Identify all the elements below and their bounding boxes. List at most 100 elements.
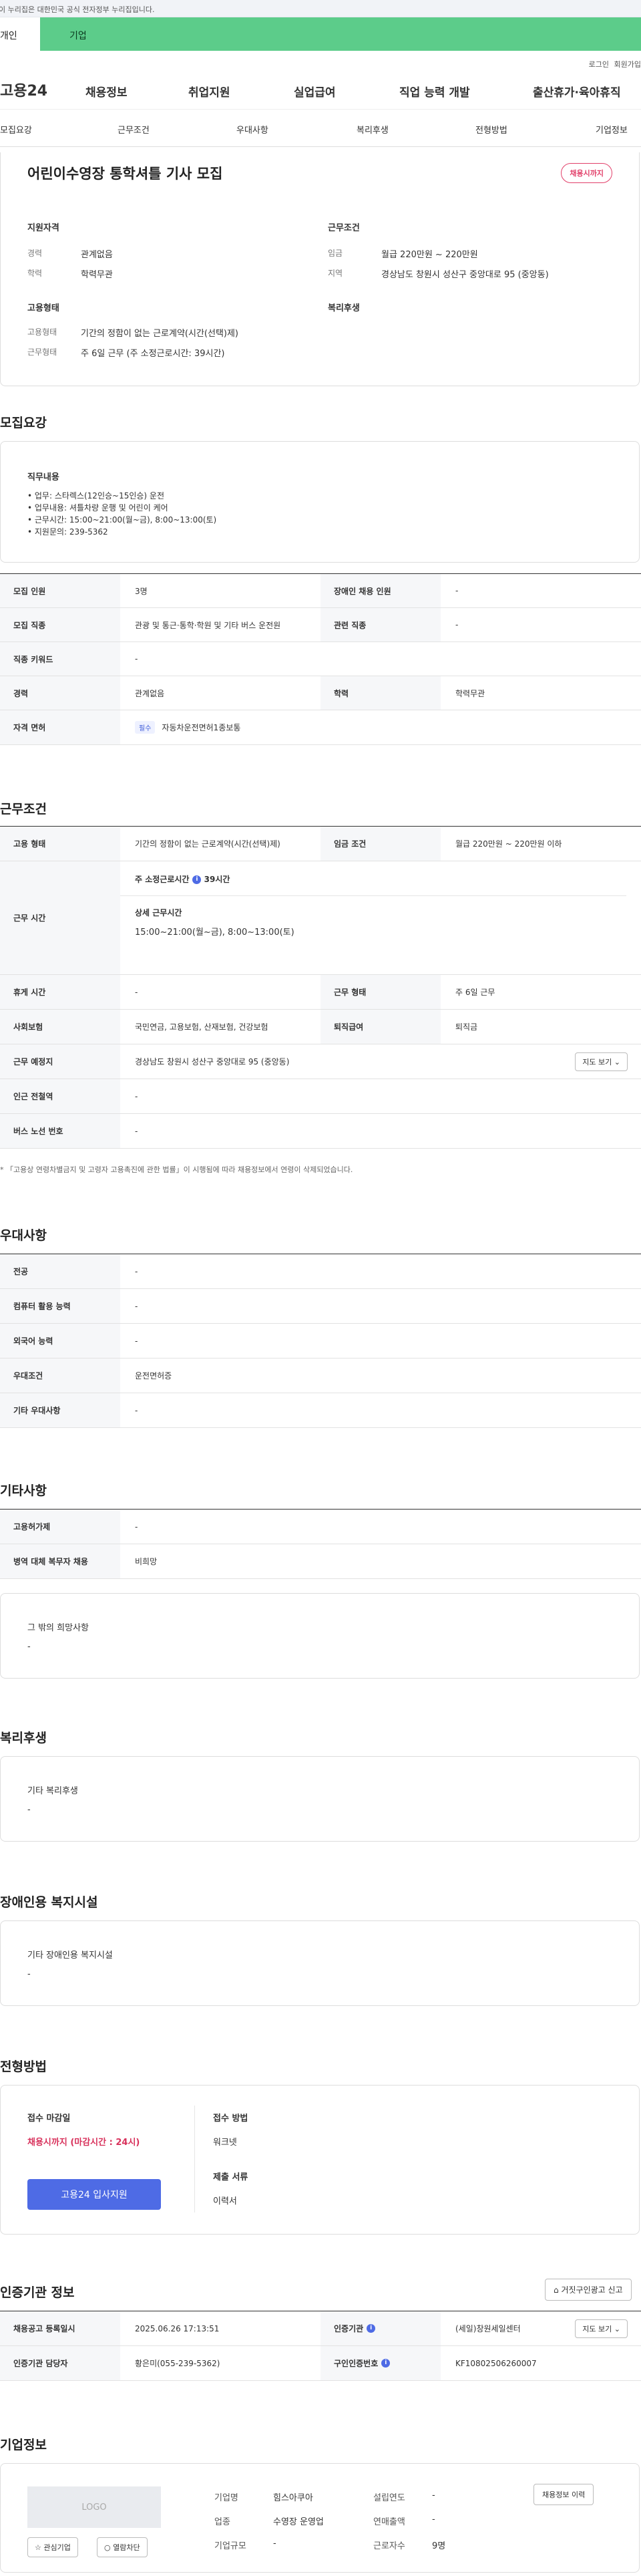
work-section-title: 근무조건 xyxy=(0,802,47,817)
exp-key: 경력 xyxy=(27,249,43,258)
table-row: 모집 직종 관광 및 통근·통학·학원 및 기타 버스 운전원 관련 직종 - xyxy=(0,608,641,642)
work-table: 고용 형태 기간의 정함이 없는 근로계약(시간(선택)제) 임금 조건 월급 … xyxy=(0,826,641,1149)
row-value: 기간의 정함이 없는 근로계약(시간(선택)제) xyxy=(135,839,280,849)
row-key: 근무 예정지 xyxy=(0,1044,120,1079)
table-row: 고용 형태 기간의 정함이 없는 근로계약(시간(선택)제) 임금 조건 월급 … xyxy=(0,827,641,861)
table-row: 휴게 시간 - 근무 형태 주 6일 근무 xyxy=(0,975,641,1010)
duty-line: • 업무내용: 셔틀차량 운행 및 어린이 케어 xyxy=(27,503,168,513)
favorite-button[interactable]: ☆ 관심기업 xyxy=(27,2537,78,2557)
report-button-label: 거짓구인광고 신고 xyxy=(561,2285,623,2295)
tab-individual[interactable]: 개인 xyxy=(0,17,40,51)
row-value: 운전면허증 xyxy=(135,1371,172,1381)
star-icon: ☆ xyxy=(35,2543,41,2552)
deadline-badge: 채용시까지 xyxy=(561,163,612,183)
size-key: 기업규모 xyxy=(214,2541,246,2551)
row-value: (세일)창원세일센터 xyxy=(455,2324,521,2333)
anchor-company[interactable]: 기업정보 xyxy=(596,123,628,136)
info-icon[interactable]: i xyxy=(381,2359,391,2368)
row-value: 2025.06.26 17:13:51 xyxy=(135,2323,220,2333)
row-value: - xyxy=(135,1266,138,1276)
table-row: 근무 예정지 경상남도 창원시 성산구 중앙대로 95 (중앙동) 지도 보기 ⌄ xyxy=(0,1044,641,1079)
row-value: - xyxy=(455,620,459,629)
wish-heading: 그 밖의 희망사항 xyxy=(27,1623,89,1633)
map-button[interactable]: 지도 보기 ⌄ xyxy=(575,2319,628,2338)
wish-box: 그 밖의 희망사항 - xyxy=(0,1593,640,1679)
map-button-label: 지도 보기 xyxy=(582,2324,612,2333)
join-link[interactable]: 회원가입 xyxy=(614,59,641,69)
exp-value: 관계없음 xyxy=(81,250,113,260)
nav-jobs[interactable]: 채용정보 xyxy=(85,83,128,100)
sales-key: 연매출액 xyxy=(373,2517,405,2527)
row-value: 학력무관 xyxy=(455,688,485,698)
table-row: 인근 전철역 - xyxy=(0,1079,641,1114)
row-value: - xyxy=(135,1091,138,1101)
row-key: 우대조건 xyxy=(0,1358,120,1393)
map-button[interactable]: 지도 보기 ⌄ xyxy=(575,1052,628,1071)
facility-box-heading: 기타 장애인용 복지시설 xyxy=(27,1951,113,1961)
table-row: 컴퓨터 활용 능력 - xyxy=(0,1289,641,1324)
location-value: 경상남도 창원시 성산구 중앙대로 95 (중앙동) xyxy=(135,1057,290,1066)
company-card: LOGO ☆ 관심기업 ○ 열람차단 기업명 힘스아쿠아 업종 수영장 운영업 … xyxy=(0,2463,640,2573)
table-row: 직종 키워드 - xyxy=(0,642,641,676)
info-icon[interactable]: i xyxy=(192,875,202,884)
row-value: 관광 및 통근·통학·학원 및 기타 버스 운전원 xyxy=(135,620,281,630)
anchor-pref[interactable]: 우대사항 xyxy=(236,123,268,136)
anchor-work[interactable]: 근무조건 xyxy=(118,123,150,136)
row-value: 월급 220만원 ~ 220만원 이하 xyxy=(455,839,562,849)
table-row: 모집 인원 3명 장애인 채용 인원 - xyxy=(0,574,641,608)
row-value: 3명 xyxy=(135,586,148,596)
row-value: - xyxy=(135,1301,138,1311)
company-name-value: 힘스아쿠아 xyxy=(273,2493,313,2503)
row-value: - xyxy=(135,1336,138,1346)
region-value: 경상남도 창원시 성산구 중앙대로 95 (중앙동) xyxy=(381,270,549,280)
table-row: 고용허가제 - xyxy=(0,1510,641,1544)
info-icon[interactable]: i xyxy=(367,2324,376,2333)
work-time-cell: 주 소정근로시간 i 39시간 상세 근무시간 15:00~21:00(월~금),… xyxy=(120,861,641,974)
nav-employment-support[interactable]: 취업지원 xyxy=(188,83,230,100)
login-link[interactable]: 로그인 xyxy=(589,59,609,69)
row-key: 모집 인원 xyxy=(0,574,120,607)
nav-skill-development[interactable]: 직업 능력 개발 xyxy=(399,83,470,100)
sales-value: - xyxy=(432,2515,435,2525)
row-key: 경력 xyxy=(0,676,120,710)
row-key: 학력 xyxy=(320,676,441,710)
age-law-note: * 「고용상 연령차별금지 및 고령자 고용촉진에 관한 법률」이 시행됨에 따… xyxy=(0,1165,353,1174)
weekly-hours-label: 주 소정근로시간 xyxy=(135,875,190,884)
site-logo[interactable]: 고용24 xyxy=(0,79,47,100)
detail-hours-value: 15:00~21:00(월~금), 8:00~13:00(토) xyxy=(135,927,294,938)
duty-line: • 업무: 스타렉스(12인승~15인승) 운전 xyxy=(27,491,165,500)
tab-company[interactable]: 기업 xyxy=(40,17,641,51)
anchor-welfare[interactable]: 복리후생 xyxy=(357,123,389,136)
report-button[interactable]: ⌂ 거짓구인광고 신고 xyxy=(545,2279,632,2301)
recruit-section-title: 모집요강 xyxy=(0,416,47,430)
nav-unemployment-benefit[interactable]: 실업급여 xyxy=(294,83,336,100)
anchor-recruit[interactable]: 모집요강 xyxy=(0,123,32,136)
block-button[interactable]: ○ 열람차단 xyxy=(97,2537,148,2557)
row-key: 인증기관 담당자 xyxy=(0,2346,120,2380)
table-row: 근무 시간 주 소정근로시간 i 39시간 상세 근무시간 15:00~21:00… xyxy=(0,861,641,975)
history-button[interactable]: 채용정보 이력 xyxy=(533,2484,594,2505)
wage-key: 임금 xyxy=(328,249,343,258)
apply-button[interactable]: 고용24 입사지원 xyxy=(27,2179,161,2210)
block-button-label: 열람차단 xyxy=(113,2543,140,2552)
recruit-table: 모집 인원 3명 장애인 채용 인원 - 모집 직종 관광 및 통근·통학·학원… xyxy=(0,573,641,745)
year-key: 설립연도 xyxy=(373,2493,405,2503)
chevron-down-icon: ⌄ xyxy=(614,1057,620,1066)
nav-parental-leave[interactable]: 출산휴가·육아휴직 xyxy=(533,83,621,100)
row-value: 관계없음 xyxy=(135,688,165,698)
detail-hours-label: 상세 근무시간 xyxy=(135,908,182,917)
deadline-heading: 접수 마감일 xyxy=(27,2114,71,2124)
row-value: - xyxy=(135,987,138,997)
row-value: - xyxy=(455,586,459,595)
workform-key: 근무형태 xyxy=(27,347,57,357)
cond-heading: 근무조건 xyxy=(328,223,360,233)
row-key: 장애인 채용 인원 xyxy=(320,574,441,607)
year-value: - xyxy=(432,2490,435,2500)
agency-section-title: 인증기관 정보 xyxy=(0,2285,75,2300)
row-value: - xyxy=(135,654,138,664)
row-key: 고용허가제 xyxy=(0,1510,120,1544)
anchor-process[interactable]: 전형방법 xyxy=(475,123,507,136)
company-name-key: 기업명 xyxy=(214,2493,238,2503)
row-key: 퇴직급여 xyxy=(320,1010,441,1044)
table-row: 기타 우대사항 - xyxy=(0,1393,641,1428)
